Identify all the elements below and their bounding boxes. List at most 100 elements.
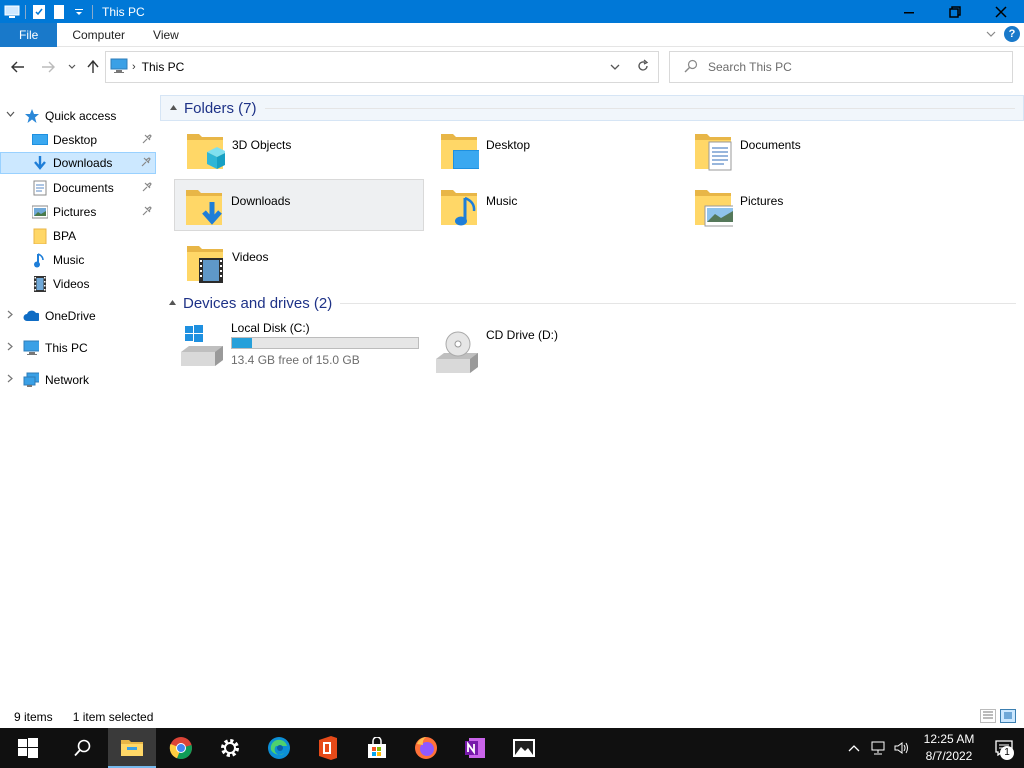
back-arrow-icon <box>11 61 24 73</box>
drives-group-header[interactable]: Devices and drives (2) <box>160 290 1024 316</box>
music-icon <box>32 252 48 268</box>
folder-3d-objects[interactable]: 3D Objects <box>176 124 426 176</box>
recent-locations-button[interactable] <box>62 57 82 77</box>
window-icon[interactable] <box>2 0 22 23</box>
store-taskbar-button[interactable] <box>353 728 401 768</box>
nav-item-label: Music <box>53 253 85 267</box>
nav-item-videos[interactable]: Videos <box>0 273 156 295</box>
tab-computer[interactable]: Computer <box>57 23 139 47</box>
close-button[interactable] <box>978 0 1024 23</box>
music-folder-icon <box>441 190 477 226</box>
network-tray-button[interactable] <box>866 728 890 768</box>
folders-group-title: Folders (7) <box>184 99 257 117</box>
edge-taskbar-button[interactable] <box>255 728 303 768</box>
nav-item-label: BPA <box>53 229 77 243</box>
breadcrumb-separator-icon[interactable]: › <box>132 61 136 73</box>
search-box[interactable] <box>669 51 1013 83</box>
chevron-right-icon[interactable] <box>6 342 15 354</box>
chevron-right-icon[interactable] <box>6 374 15 386</box>
forward-button[interactable] <box>38 57 58 77</box>
pin-icon[interactable] <box>142 133 152 147</box>
tab-view[interactable]: View <box>139 23 193 47</box>
file-explorer-icon <box>121 740 143 756</box>
nav-item-label: Videos <box>53 277 90 291</box>
item-count: 9 items <box>14 709 53 724</box>
store-icon <box>368 737 386 758</box>
office-taskbar-button[interactable] <box>304 728 352 768</box>
new-folder-icon[interactable] <box>49 0 69 23</box>
volume-icon <box>894 742 908 754</box>
status-bar: 9 items 1 item selected <box>0 705 1024 728</box>
nav-item-label: Documents <box>53 181 114 195</box>
downloads-folder-icon <box>186 190 222 225</box>
close-icon <box>995 5 1007 18</box>
nav-item-bpa[interactable]: BPA <box>0 225 156 247</box>
downloads-icon <box>32 155 48 171</box>
properties-icon[interactable] <box>29 0 49 23</box>
start-button[interactable] <box>4 728 52 768</box>
search-taskbar-button[interactable] <box>59 728 107 768</box>
expand-ribbon-icon[interactable] <box>986 30 996 38</box>
address-dropdown-icon[interactable] <box>610 60 620 74</box>
restore-button[interactable] <box>932 0 978 23</box>
nav-this-pc[interactable]: This PC <box>0 337 156 359</box>
pin-icon[interactable] <box>142 181 152 195</box>
refresh-icon[interactable] <box>636 59 650 76</box>
folder-videos[interactable]: Videos <box>176 236 426 288</box>
folder-desktop[interactable]: Desktop <box>430 124 680 176</box>
address-bar[interactable]: › This PC <box>105 51 659 83</box>
minimize-button[interactable] <box>886 0 932 23</box>
window-title: This PC <box>102 4 145 19</box>
customize-toolbar-icon[interactable] <box>69 0 89 23</box>
search-input[interactable] <box>708 60 988 74</box>
nav-onedrive[interactable]: OneDrive <box>0 305 156 327</box>
action-center-button[interactable]: 1 <box>984 728 1024 768</box>
toolbar-separator <box>92 4 93 19</box>
chevron-expanded-icon[interactable] <box>6 110 15 122</box>
folder-documents[interactable]: Documents <box>684 124 934 176</box>
large-icons-view-icon[interactable] <box>1000 709 1016 723</box>
nav-item-pictures[interactable]: Pictures <box>0 201 156 223</box>
nav-item-documents[interactable]: Documents <box>0 177 156 199</box>
drive-cd-d[interactable]: CD Drive (D:) <box>430 325 680 381</box>
nav-quick-access[interactable]: Quick access <box>0 105 156 127</box>
volume-tray-button[interactable] <box>890 728 914 768</box>
folders-group-header[interactable]: Folders (7) <box>160 95 1024 121</box>
collapse-group-icon[interactable] <box>169 103 178 114</box>
collapse-group-icon[interactable] <box>168 298 177 309</box>
file-explorer-taskbar-button[interactable] <box>108 728 156 768</box>
minimize-icon <box>904 11 914 13</box>
folder-downloads[interactable]: Downloads <box>174 179 424 231</box>
start-icon <box>18 738 38 758</box>
folder-music[interactable]: Music <box>430 180 680 232</box>
up-button[interactable] <box>83 57 103 77</box>
nav-item-downloads[interactable]: Downloads <box>0 152 156 174</box>
settings-taskbar-button[interactable] <box>206 728 254 768</box>
chrome-taskbar-button[interactable] <box>157 728 205 768</box>
nav-item-music[interactable]: Music <box>0 249 156 271</box>
details-view-icon[interactable] <box>980 709 996 723</box>
firefox-taskbar-button[interactable] <box>402 728 450 768</box>
show-hidden-icons-button[interactable] <box>842 728 866 768</box>
nav-item-desktop[interactable]: Desktop <box>0 129 156 151</box>
breadcrumb-this-pc[interactable]: This PC <box>142 60 185 74</box>
nav-network[interactable]: Network <box>0 369 156 391</box>
desktop-icon <box>32 132 48 148</box>
photos-taskbar-button[interactable] <box>500 728 548 768</box>
this-pc-icon <box>23 340 39 356</box>
search-icon <box>684 59 698 76</box>
documents-icon <box>32 180 48 196</box>
folder-pictures[interactable]: Pictures <box>684 180 934 232</box>
back-button[interactable] <box>8 57 28 77</box>
disk-usage-fill <box>232 338 252 348</box>
tab-file[interactable]: File <box>0 22 58 47</box>
pin-icon[interactable] <box>142 205 152 219</box>
quick-access-toolbar <box>0 0 96 23</box>
folder-label: Downloads <box>231 194 291 208</box>
onenote-taskbar-button[interactable] <box>451 728 499 768</box>
help-icon[interactable]: ? <box>1004 26 1020 42</box>
chevron-right-icon[interactable] <box>6 310 15 322</box>
drive-local-disk-c[interactable]: Local Disk (C:) 13.4 GB free of 15.0 GB <box>175 318 425 374</box>
clock[interactable]: 12:25 AM 8/7/2022 <box>914 731 984 765</box>
pin-icon[interactable] <box>141 156 151 170</box>
